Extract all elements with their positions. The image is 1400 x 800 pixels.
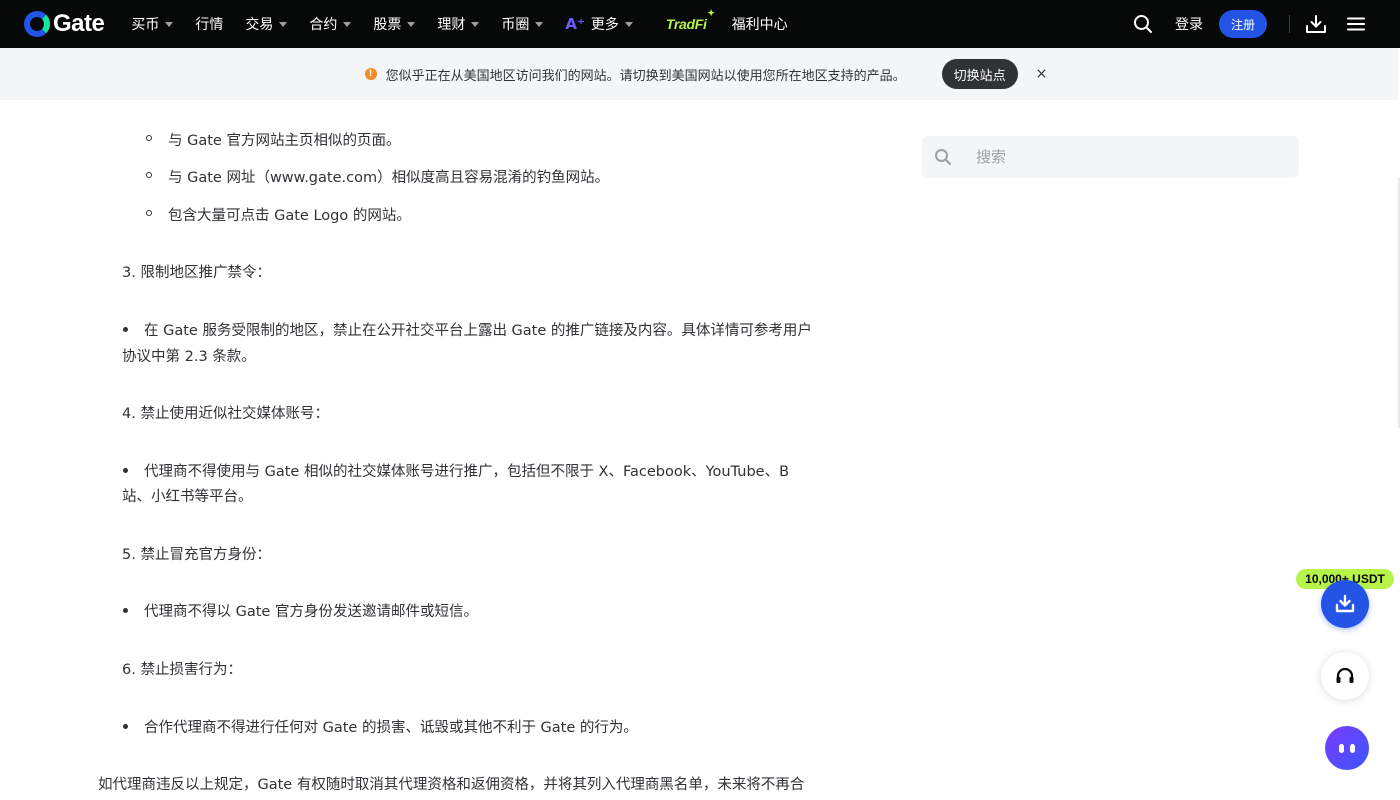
nav-item-more[interactable]: A⁺ 更多 bbox=[554, 0, 644, 48]
search-input[interactable] bbox=[976, 148, 1276, 166]
sub-bullet-text: 与 Gate 官方网站主页相似的页面。 bbox=[168, 133, 401, 149]
nav-item-label: 币圈 bbox=[501, 17, 530, 33]
caret-down-icon bbox=[624, 21, 633, 27]
chatbot-button[interactable] bbox=[1325, 726, 1369, 770]
login-link[interactable]: 登录 bbox=[1163, 14, 1219, 34]
chatbot-icon bbox=[1339, 743, 1344, 753]
caret-down-icon bbox=[471, 21, 480, 27]
nav-right: 登录 注册 bbox=[1123, 0, 1376, 48]
bullet-marker bbox=[123, 724, 128, 729]
sub-bullet-marker bbox=[146, 135, 152, 141]
sub-bullet-text: 与 Gate 网址（www.gate.com）相似度高且容易混淆的钓鱼网站。 bbox=[168, 170, 610, 186]
nav-item-label: 理财 bbox=[437, 17, 466, 33]
bullet-text: 合作代理商不得进行任何对 Gate 的损害、诋毁或其他不利于 Gate 的行为。 bbox=[144, 720, 638, 736]
headset-icon bbox=[1336, 667, 1354, 683]
nav-item-label: 行情 bbox=[195, 17, 224, 33]
bullet-marker bbox=[123, 608, 128, 613]
nav-item-label: 福利中心 bbox=[731, 17, 788, 33]
caret-down-icon bbox=[535, 21, 544, 27]
sub-bullet-marker bbox=[146, 172, 152, 178]
nav-item-earn[interactable]: 理财 bbox=[426, 0, 490, 48]
bullet-text-continued: 站、小红书等平台。 bbox=[122, 489, 253, 505]
download-app-button[interactable] bbox=[1296, 0, 1336, 48]
caret-down-icon bbox=[165, 21, 174, 27]
tradfi-logo: TradFi ✦ bbox=[665, 8, 715, 32]
bullet-marker bbox=[123, 468, 128, 473]
nav-item-markets[interactable]: 行情 bbox=[184, 0, 234, 48]
region-banner: ! 您似乎正在从美国地区访问我们的网站。请切换到美国网站以使用您所在地区支持的产… bbox=[0, 48, 1398, 100]
bullet-text-continued: 协议中第 2.3 条款。 bbox=[122, 349, 256, 365]
close-icon[interactable]: × bbox=[1036, 66, 1048, 82]
ai-icon: A⁺ bbox=[565, 15, 585, 33]
warning-icon: ! bbox=[364, 68, 377, 80]
caret-down-icon bbox=[407, 21, 416, 27]
bullet-text: 在 Gate 服务受限制的地区，禁止在公开社交平台上露出 Gate 的推广链接及… bbox=[144, 323, 812, 339]
nav-item-welfare-center[interactable]: 福利中心 bbox=[721, 0, 799, 48]
switch-site-button[interactable]: 切换站点 bbox=[941, 59, 1018, 89]
search-icon bbox=[935, 149, 951, 165]
download-icon bbox=[1335, 594, 1355, 613]
nav-item-square[interactable]: 币圈 bbox=[490, 0, 554, 48]
section-heading: 6. 禁止损害行为： bbox=[122, 662, 242, 678]
nav-item-stocks[interactable]: 股票 bbox=[362, 0, 426, 48]
caret-down-icon bbox=[279, 21, 288, 27]
caret-down-icon bbox=[343, 21, 352, 27]
logo-text: Gate bbox=[53, 10, 105, 37]
bullet-text: 代理商不得以 Gate 官方身份发送邀请邮件或短信。 bbox=[144, 604, 478, 620]
region-banner-content: ! 您似乎正在从美国地区访问我们的网站。请切换到美国网站以使用您所在地区支持的产… bbox=[364, 59, 1048, 89]
section-heading: 5. 禁止冒充官方身份： bbox=[122, 547, 271, 563]
gate-logo[interactable]: Gate bbox=[24, 10, 105, 38]
customer-support-button[interactable] bbox=[1321, 652, 1369, 700]
sub-bullet-marker bbox=[146, 210, 152, 216]
section-heading: 4. 禁止使用近似社交媒体账号： bbox=[122, 406, 329, 422]
top-nav: Gate 买币 行情 交易 合约 股票 理财 币圈 A⁺ 更多 TradFi ✦… bbox=[0, 0, 1400, 48]
search-button[interactable] bbox=[1123, 0, 1163, 48]
bullet-text: 代理商不得使用与 Gate 相似的社交媒体账号进行推广，包括但不限于 X、Fac… bbox=[144, 464, 790, 480]
chatbot-icon-eye bbox=[1350, 743, 1355, 753]
search-icon bbox=[1133, 15, 1152, 33]
nav-item-label: 更多 bbox=[590, 17, 619, 33]
nav-item-label: 交易 bbox=[245, 17, 274, 33]
section-heading: 3. 限制地区推广禁令： bbox=[122, 265, 271, 281]
sidebar-search[interactable] bbox=[922, 136, 1299, 178]
gate-logo-icon bbox=[24, 11, 50, 37]
nav-item-futures[interactable]: 合约 bbox=[298, 0, 362, 48]
nav-items: 买币 行情 交易 合约 股票 理财 币圈 A⁺ 更多 TradFi ✦ 福利中心 bbox=[120, 0, 798, 48]
sub-bullet-text: 包含大量可点击 Gate Logo 的网站。 bbox=[168, 208, 411, 224]
download-icon bbox=[1306, 15, 1326, 33]
closing-paragraph: 如代理商违反以上规定，Gate 有权随时取消其代理资格和返佣资格，并将其列入代理… bbox=[98, 777, 805, 793]
nav-item-tradfi[interactable]: TradFi ✦ bbox=[644, 0, 721, 48]
bullet-marker bbox=[123, 327, 128, 332]
nav-item-label: 买币 bbox=[131, 17, 160, 33]
menu-icon bbox=[1347, 17, 1365, 31]
nav-item-label: 股票 bbox=[373, 17, 402, 33]
nav-divider bbox=[1289, 15, 1290, 33]
menu-button[interactable] bbox=[1336, 0, 1376, 48]
floating-download-button[interactable] bbox=[1321, 580, 1369, 628]
sparkle-icon: ✦ bbox=[707, 8, 715, 18]
nav-item-buy-crypto[interactable]: 买币 bbox=[120, 0, 184, 48]
nav-item-label: 合约 bbox=[309, 17, 338, 33]
register-button[interactable]: 注册 bbox=[1218, 10, 1267, 38]
nav-item-trade[interactable]: 交易 bbox=[234, 0, 298, 48]
region-banner-text: 您似乎正在从美国地区访问我们的网站。请切换到美国网站以使用您所在地区支持的产品。 bbox=[385, 68, 906, 84]
